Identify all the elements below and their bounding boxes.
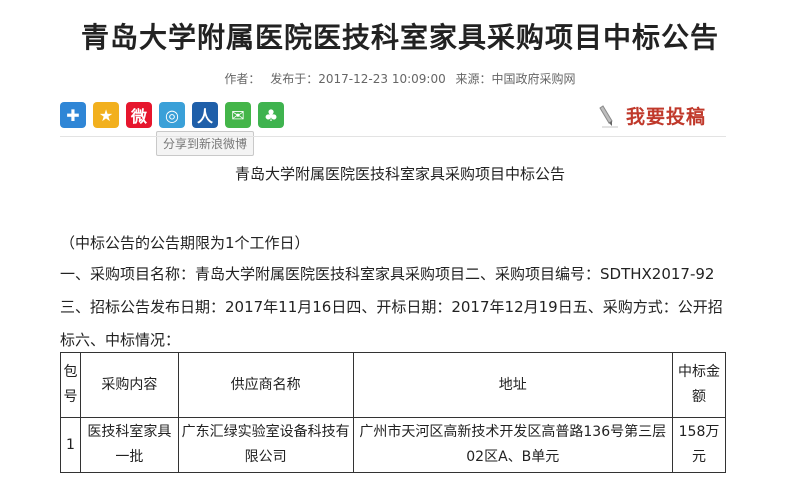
share-toolbar: ✚ ★ 微 ◎ 人 ✉ ♣ bbox=[60, 102, 284, 128]
wechat-icon[interactable]: ✉ bbox=[225, 102, 251, 128]
renren-icon[interactable]: 人 bbox=[192, 102, 218, 128]
header-address: 地址 bbox=[352, 352, 674, 418]
publish-date: 发布于：2017-12-23 10:09:00 bbox=[270, 72, 446, 86]
contribute-label: 我要投稿 bbox=[626, 106, 707, 128]
award-table: 包号 采购内容 供应商名称 地址 中标金额 1 医技科室家具一批 广东汇绿实验室… bbox=[60, 352, 726, 473]
pencil-icon bbox=[599, 104, 618, 127]
page-title: 青岛大学附属医院医技科室家具采购项目中标公告 bbox=[80, 21, 719, 54]
article-meta: 作者： 发布于：2017-12-23 10:09:00 来源：中国政府采购网 bbox=[0, 70, 800, 87]
source-link[interactable]: 来源：中国政府采购网 bbox=[456, 72, 576, 86]
header-content: 采购内容 bbox=[79, 352, 179, 418]
article-body: 一、采购项目名称：青岛大学附属医院医技科室家具采购项目二、采购项目编号：SDTH… bbox=[60, 265, 723, 349]
table-header-row: 包号 采购内容 供应商名称 地址 中标金额 bbox=[60, 352, 726, 418]
cell-content: 医技科室家具一批 bbox=[79, 417, 179, 473]
cell-supplier: 广东汇绿实验室设备科技有限公司 bbox=[177, 417, 354, 473]
weibo-icon[interactable]: 微 bbox=[126, 102, 152, 128]
article-subtitle: 青岛大学附属医院医技科室家具采购项目中标公告 bbox=[234, 165, 565, 183]
notice-period: （中标公告的公告期限为1个工作日） bbox=[60, 234, 310, 252]
cell-package-no: 1 bbox=[60, 417, 81, 473]
share-more-icon[interactable]: ✚ bbox=[60, 102, 86, 128]
table-row: 1 医技科室家具一批 广东汇绿实验室设备科技有限公司 广州市天河区高新技术开发区… bbox=[60, 417, 726, 473]
header-divider bbox=[60, 136, 726, 137]
cell-amount: 158万元 bbox=[672, 417, 726, 473]
author-label: 作者： bbox=[224, 72, 261, 86]
header-package-no: 包号 bbox=[60, 352, 81, 418]
header-supplier: 供应商名称 bbox=[177, 352, 354, 418]
kaixin-icon[interactable]: ♣ bbox=[258, 102, 284, 128]
contribute-button[interactable]: 我要投稿 bbox=[598, 102, 706, 129]
header-amount: 中标金额 bbox=[672, 352, 726, 418]
cell-address: 广州市天河区高新技术开发区高普路136号第三层02区A、B单元 bbox=[352, 417, 674, 473]
qzone-icon[interactable]: ★ bbox=[93, 102, 119, 128]
tencent-weibo-icon[interactable]: ◎ bbox=[159, 102, 185, 128]
share-tooltip: 分享到新浪微博 bbox=[156, 131, 255, 156]
